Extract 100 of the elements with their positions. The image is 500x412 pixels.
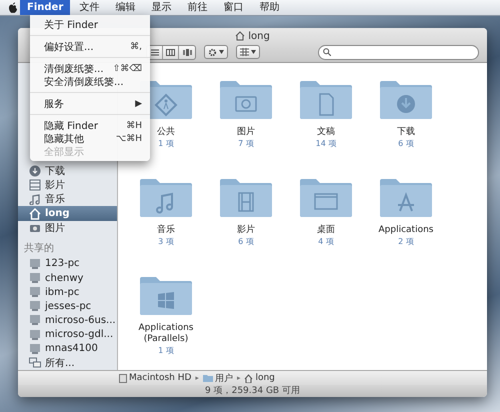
sidebar-item[interactable]: 图片: [18, 220, 117, 235]
menu-item[interactable]: 关于 Finder: [30, 18, 150, 31]
menu-item-label: 安全清倒废纸篓...: [44, 76, 124, 88]
search-icon: [323, 48, 331, 56]
computer-icon: [29, 286, 41, 298]
house-icon: [235, 31, 246, 41]
sidebar-label: 图片: [45, 222, 65, 235]
item-count: 7 项: [238, 138, 254, 149]
computer-icon: [29, 314, 41, 326]
caret-icon: [251, 50, 256, 54]
item-count: 14 项: [316, 138, 336, 149]
shortcut-label: ▶: [135, 98, 142, 108]
sidebar-label: microso-gdl...: [45, 329, 114, 340]
computer-icon: [29, 300, 41, 312]
menu-item-label: 关于 Finder: [44, 18, 98, 32]
item-count: 3 项: [158, 236, 174, 247]
gear-icon: [208, 48, 217, 56]
menu-bar-item[interactable]: 窗口: [216, 0, 250, 15]
menu-item[interactable]: 清倒废纸篓... ⇧⌘⌫: [30, 62, 150, 75]
menu-item-label: 隐藏 Finder: [44, 120, 98, 132]
folder-name: 影片: [236, 225, 256, 236]
search-field[interactable]: [318, 44, 479, 60]
sidebar-item[interactable]: microso-6us...: [18, 313, 117, 328]
computer-icon: [29, 258, 41, 270]
item-count: 6 项: [398, 138, 414, 149]
column-view-button[interactable]: [163, 46, 179, 58]
menu-bar-item[interactable]: 文件: [72, 0, 106, 15]
sidebar-item[interactable]: 所有...: [18, 356, 117, 370]
columns-icon: [166, 48, 175, 56]
sidebar-item[interactable]: long: [18, 206, 117, 221]
menu-item[interactable]: 偏好设置... ⌘,: [30, 40, 150, 53]
item-count: 1 项: [158, 345, 174, 356]
sidebar-label: 123-pc: [45, 258, 80, 270]
item-count: 4 项: [318, 236, 334, 247]
folder-icon: [202, 374, 213, 382]
menu-item-label: 服务: [44, 98, 64, 110]
sidebar-item[interactable]: jesses-pc: [18, 299, 117, 314]
menu-item-label: 全部显示: [44, 146, 84, 158]
folder-name: Applications: [378, 225, 434, 236]
sidebar-label: long: [45, 208, 70, 220]
arrange-button[interactable]: [236, 45, 260, 59]
menu-item-label: 清倒废纸篓...: [44, 62, 104, 76]
sidebar-label: microso-6us...: [45, 314, 116, 326]
sidebar-label: 所有...: [45, 356, 75, 370]
menu-bar-item[interactable]: 显示: [144, 0, 178, 15]
status-bar: 9 项，259.34 GB 可用: [18, 385, 487, 397]
path-item[interactable]: long: [244, 373, 275, 383]
sidebar-item[interactable]: 影片: [18, 178, 117, 192]
folder-name: 下载: [396, 127, 416, 138]
sidebar-item[interactable]: microso-gdl...: [18, 328, 117, 342]
folder-name: 图片: [236, 127, 256, 138]
folder-name: Applications (Parallels): [138, 323, 194, 345]
sidebar-label: chenwy: [45, 272, 84, 284]
caret-icon: [219, 50, 224, 54]
sidebar-item[interactable]: ibm-pc: [18, 285, 117, 300]
sidebar-item[interactable]: chenwy: [18, 270, 117, 286]
menu-item[interactable]: 安全清倒废纸篓...: [30, 75, 150, 88]
sidebar-label: jesses-pc: [45, 300, 92, 312]
action-button[interactable]: [204, 45, 228, 59]
sidebar-label: 音乐: [45, 192, 65, 206]
house-icon: [29, 208, 41, 220]
folder-name: 桌面: [316, 225, 336, 236]
house-icon: [244, 374, 254, 382]
menu-item-label: 偏好设置...: [44, 40, 94, 54]
apple-logo-icon[interactable]: [8, 2, 18, 13]
shortcut-label: ⌘,: [130, 42, 142, 52]
path-label: long: [255, 373, 275, 383]
menu-bar-item[interactable]: Finder: [20, 0, 70, 15]
shortcut-label: ⇧⌘⌫: [112, 64, 142, 74]
sidebar-item[interactable]: 下载: [18, 164, 117, 178]
path-item[interactable]: 用户: [202, 372, 233, 384]
grid-icon: [240, 48, 249, 56]
cover-flow-icon: [182, 48, 192, 56]
computer-icon: [29, 272, 41, 284]
film-icon: [29, 179, 41, 192]
menu-bar-item[interactable]: 前往: [180, 0, 214, 15]
list-icon: [150, 48, 158, 56]
computer-icon: [29, 342, 41, 355]
item-count: 1 项: [158, 138, 174, 149]
sidebar-item[interactable]: 123-pc: [18, 256, 117, 271]
sidebar-item[interactable]: 音乐: [18, 192, 117, 206]
sidebar-item[interactable]: mnas4100: [18, 342, 117, 356]
download-icon: [29, 165, 41, 178]
sidebar-label: 影片: [45, 178, 65, 192]
menu-item[interactable]: 隐藏其他 ⌥⌘H: [30, 132, 150, 145]
menu-bar-item[interactable]: 编辑: [108, 0, 142, 15]
menu-bar-item[interactable]: 帮助: [252, 0, 286, 15]
folder-name: 文稿: [316, 127, 336, 138]
menu-item[interactable]: 隐藏 Finder ⌘H: [30, 119, 150, 132]
folder-name: 音乐: [156, 225, 176, 236]
menu-item[interactable]: 服务 ▶: [30, 97, 150, 110]
sidebar-label: 下载: [45, 164, 65, 178]
computer-icon: [29, 328, 41, 341]
path-label: 用户: [214, 372, 233, 384]
item-count: 2 项: [398, 236, 414, 247]
menu-item-label: 隐藏其他: [44, 132, 84, 146]
sidebar-label: ibm-pc: [45, 286, 80, 298]
shortcut-label: ⌘H: [126, 120, 142, 130]
shortcut-label: ⌥⌘H: [116, 134, 142, 144]
sidebar-section-header: 共享的: [23, 242, 55, 256]
